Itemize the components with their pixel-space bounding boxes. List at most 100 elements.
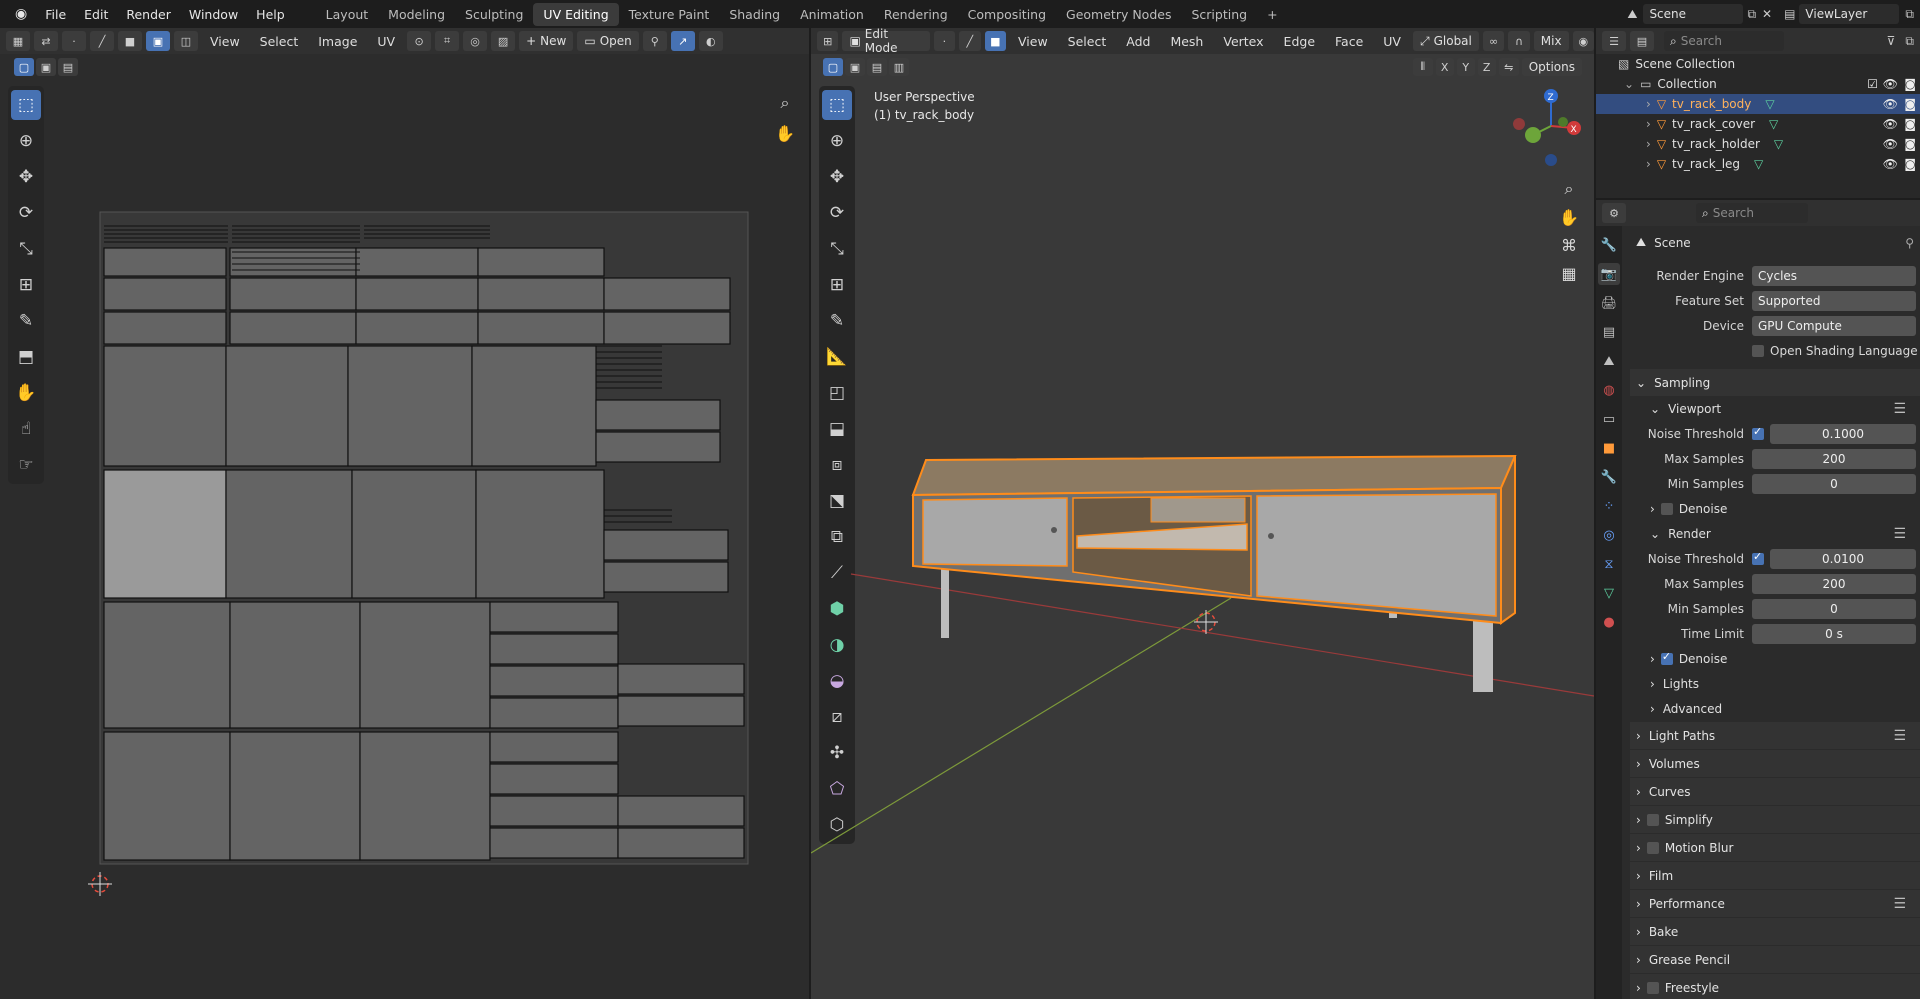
device-dropdown[interactable]: GPU Compute [1752,315,1916,336]
add-workspace-icon[interactable]: + [1257,3,1287,26]
object-chevron-icon[interactable]: › [1646,97,1651,111]
motion-blur-panel[interactable]: › Motion Blur [1630,834,1920,861]
vp-camera-icon[interactable]: ⌘ [1556,232,1582,258]
view-layer-tab-icon[interactable]: ▤ [1598,321,1620,343]
tab-texture-paint[interactable]: Texture Paint [619,3,720,26]
tool-tab-icon[interactable]: 🔧 [1598,234,1620,256]
render-denoise-subpanel[interactable]: › Denoise [1630,646,1920,671]
tab-sculpting[interactable]: Sculpting [455,3,533,26]
item-camera-icon[interactable]: ◙ [1904,157,1916,171]
item-eye-icon[interactable]: 👁 [1883,117,1898,131]
film-panel[interactable]: › Film [1630,862,1920,889]
grease-pencil-panel[interactable]: › Grease Pencil [1630,946,1920,973]
scene-selector[interactable]: Scene [1643,4,1744,24]
menu-help[interactable]: Help [247,7,294,22]
view-layer-icon[interactable]: ▤ [1780,7,1799,21]
freestyle-checkbox[interactable] [1646,981,1659,994]
material-tab-icon[interactable]: ● [1598,611,1620,633]
outliner-item-tv-rack-holder[interactable]: › ▽ tv_rack_holder ▽ 👁 ◙ [1596,134,1920,154]
performance-panel[interactable]: › Performance ☰ [1630,890,1920,917]
advanced-subpanel[interactable]: › Advanced [1630,696,1920,721]
new-view-layer-icon[interactable]: ⧉ [1899,7,1920,22]
uv-grid-canvas[interactable] [0,28,809,999]
menu-edit[interactable]: Edit [75,7,117,22]
collection-row[interactable]: ⌄ ▭ Collection ☑ 👁 ◙ [1596,74,1920,94]
constraints-tab-icon[interactable]: ⧖ [1598,553,1620,575]
simplify-checkbox[interactable] [1646,813,1659,826]
viewport-noise-field[interactable]: 0.1000 [1770,423,1916,444]
scene-tab-icon[interactable]: ⛰ [1598,350,1620,372]
render-tab-icon[interactable]: 📷 [1598,263,1620,285]
collection-tab-icon[interactable]: ▭ [1598,408,1620,430]
viewport-denoise-subpanel[interactable]: › Denoise [1630,496,1920,521]
navigation-gizmo[interactable]: Z X [1513,89,1581,166]
simplify-panel[interactable]: › Simplify [1630,806,1920,833]
tab-compositing[interactable]: Compositing [958,3,1056,26]
panel-presets-icon[interactable]: ☰ [1893,728,1906,744]
new-collection-icon[interactable]: ⧉ [1905,34,1914,49]
outliner-item-tv-rack-leg[interactable]: › ▽ tv_rack_leg ▽ 👁 ◙ [1596,154,1920,174]
render-min-field[interactable]: 0 [1752,598,1916,619]
vp-zoom-icon[interactable]: ⌕ [1556,176,1582,202]
view-layer-selector[interactable]: ViewLayer [1799,4,1900,24]
uv-2d-cursor[interactable] [88,872,112,896]
render-engine-dropdown[interactable]: Cycles [1752,265,1916,286]
render-subpanel[interactable]: ⌄ Render ☰ [1630,521,1920,546]
tab-animation[interactable]: Animation [790,3,874,26]
collection-eye-icon[interactable]: 👁 [1883,77,1898,91]
osl-checkbox[interactable] [1752,344,1764,357]
object-chevron-icon[interactable]: › [1646,157,1651,171]
tab-geometry-nodes[interactable]: Geometry Nodes [1056,3,1181,26]
properties-search[interactable]: ⌕ Search [1696,203,1808,223]
time-limit-field[interactable]: 0 s [1752,623,1916,644]
outliner-item-tv-rack-body[interactable]: › ▽ tv_rack_body ▽ 👁 ◙ [1596,94,1920,114]
pin-icon[interactable]: ⚲ [1905,236,1914,250]
viewport-subpanel[interactable]: ⌄ Viewport ☰ [1630,396,1920,421]
render-presets-icon[interactable]: ☰ [1893,526,1906,542]
properties-type-icon[interactable]: ⚙ [1602,203,1626,223]
outliner-type-icon[interactable]: ☰ [1602,31,1626,51]
tab-scripting[interactable]: Scripting [1181,3,1257,26]
viewport-presets-icon[interactable]: ☰ [1893,401,1906,417]
viewport-min-field[interactable]: 0 [1752,473,1916,494]
curves-panel[interactable]: › Curves [1630,778,1920,805]
tab-shading[interactable]: Shading [719,3,790,26]
scene-collection-row[interactable]: ▧ Scene Collection [1596,54,1920,74]
freestyle-panel[interactable]: › Freestyle [1630,974,1920,999]
panel-presets-icon[interactable]: ☰ [1893,896,1906,912]
collapse-chevron-icon[interactable]: ⌄ [1624,77,1634,91]
output-tab-icon[interactable]: 🖨 [1598,292,1620,314]
display-mode-icon[interactable]: ▤ [1630,31,1654,51]
data-tab-icon[interactable]: ▽ [1598,582,1620,604]
world-tab-icon[interactable]: ◍ [1598,379,1620,401]
render-noise-field[interactable]: 0.0100 [1770,548,1916,569]
viewport-noise-checkbox[interactable] [1752,425,1764,440]
tab-modeling[interactable]: Modeling [378,3,455,26]
viewport-denoise-checkbox[interactable] [1660,502,1673,515]
viewport-scene[interactable]: Z X [811,28,1594,999]
motion-blur-checkbox[interactable] [1646,841,1659,854]
modifier-tab-icon[interactable]: 🔧 [1598,466,1620,488]
item-eye-icon[interactable]: 👁 [1883,137,1898,151]
render-max-field[interactable]: 200 [1752,573,1916,594]
blender-logo-icon[interactable]: ◉ [6,6,36,22]
viewport-max-field[interactable]: 200 [1752,448,1916,469]
vp-ortho-grid-icon[interactable]: ▦ [1556,260,1582,286]
menu-file[interactable]: File [36,7,75,22]
render-noise-checkbox[interactable] [1752,550,1764,565]
delete-scene-icon[interactable]: ✕ [1760,7,1780,21]
object-chevron-icon[interactable]: › [1646,137,1651,151]
collection-checkbox-icon[interactable]: ☑ [1867,77,1878,91]
item-camera-icon[interactable]: ◙ [1904,97,1916,111]
tab-uv-editing[interactable]: UV Editing [533,2,619,26]
bake-panel[interactable]: › Bake [1630,918,1920,945]
tab-layout[interactable]: Layout [316,3,379,26]
volumes-panel[interactable]: › Volumes [1630,750,1920,777]
sampling-panel[interactable]: ⌄ Sampling [1630,369,1920,396]
particles-tab-icon[interactable]: ⁘ [1598,495,1620,517]
item-eye-icon[interactable]: 👁 [1883,157,1898,171]
object-tab-icon[interactable]: ■ [1598,437,1620,459]
vp-pan-icon[interactable]: ✋ [1556,204,1582,230]
outliner-item-tv-rack-cover[interactable]: › ▽ tv_rack_cover ▽ 👁 ◙ [1596,114,1920,134]
physics-tab-icon[interactable]: ◎ [1598,524,1620,546]
